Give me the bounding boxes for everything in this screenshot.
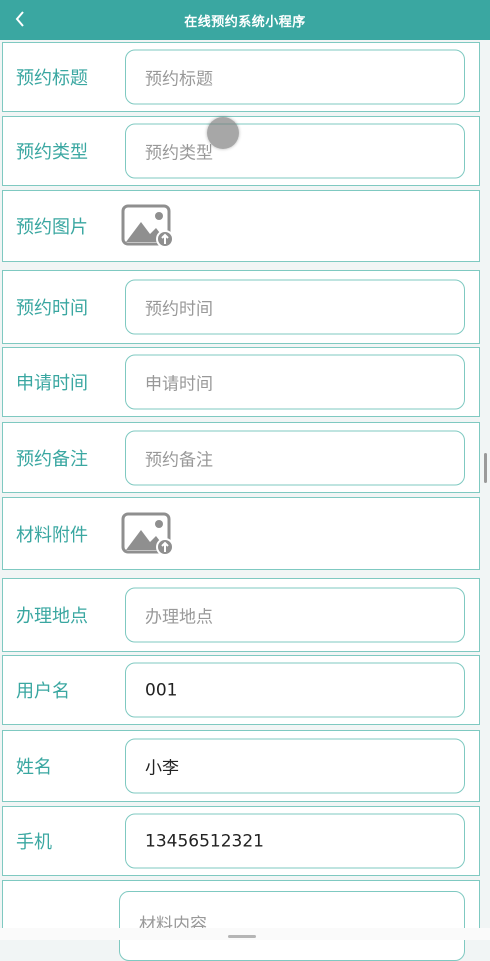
touch-indicator	[207, 117, 239, 149]
form-row-attachment: 材料附件	[2, 497, 480, 570]
title-bar: 在线预约系统小程序	[0, 0, 490, 40]
form-row-title: 预约标题 预约标题	[2, 42, 480, 112]
apply-time-input[interactable]: 申请时间	[125, 354, 465, 410]
username-input[interactable]: 001	[125, 662, 465, 718]
form-row-appointment-time: 预约时间 预约时间	[2, 270, 480, 344]
image-upload-icon[interactable]	[119, 510, 175, 558]
form-row-type: 预约类型 预约类型	[2, 116, 480, 186]
type-select[interactable]: 预约类型	[125, 123, 465, 179]
form-row-remark: 预约备注 预约备注	[2, 422, 480, 493]
image-upload-icon[interactable]	[119, 202, 175, 250]
home-indicator[interactable]	[228, 935, 256, 938]
title-input[interactable]: 预约标题	[125, 49, 465, 105]
home-indicator-bar	[0, 928, 490, 940]
scrollbar[interactable]	[484, 453, 487, 483]
phone-input[interactable]: 13456512321	[125, 813, 465, 869]
form-row-apply-time: 申请时间 申请时间	[2, 347, 480, 417]
back-button[interactable]	[8, 4, 32, 34]
chevron-left-icon	[15, 11, 24, 27]
field-label: 姓名	[16, 757, 52, 778]
field-label: 预约图片	[16, 217, 88, 238]
field-label: 预约时间	[16, 298, 88, 319]
field-label: 用户名	[16, 681, 70, 702]
field-label: 预约类型	[16, 142, 88, 163]
remark-input[interactable]: 预约备注	[125, 430, 465, 485]
form-row-name: 姓名 小李	[2, 730, 480, 802]
form-row-phone: 手机 13456512321	[2, 806, 480, 876]
field-label: 预约备注	[16, 448, 88, 470]
field-label: 预约标题	[16, 68, 88, 89]
form-row-image: 预约图片	[2, 190, 480, 262]
field-label: 材料附件	[16, 524, 88, 546]
page-title: 在线预约系统小程序	[184, 14, 306, 30]
form-row-username: 用户名 001	[2, 655, 480, 725]
name-input[interactable]: 小李	[125, 738, 465, 794]
appointment-time-input[interactable]: 预约时间	[125, 279, 465, 335]
field-label: 手机	[16, 832, 52, 853]
material-content-textarea[interactable]: 材料内容	[119, 891, 465, 961]
location-input[interactable]: 办理地点	[125, 587, 465, 643]
form-row-location: 办理地点 办理地点	[2, 578, 480, 652]
field-label: 申请时间	[16, 373, 88, 394]
field-label: 办理地点	[16, 606, 88, 627]
